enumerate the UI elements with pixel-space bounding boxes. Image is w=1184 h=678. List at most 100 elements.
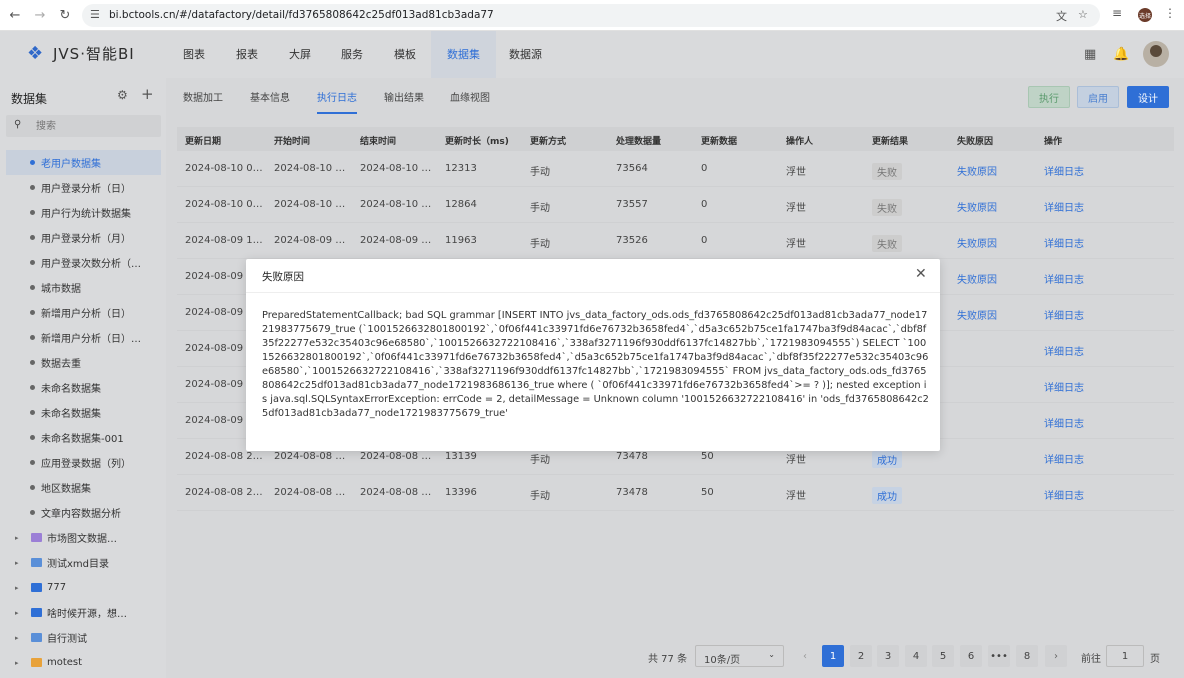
- tune-icon[interactable]: ☰: [90, 8, 100, 21]
- sidebar-item[interactable]: 新增用户分析（日）…: [6, 325, 161, 350]
- page-button[interactable]: 8: [1016, 645, 1038, 667]
- sidebar-item[interactable]: 用户登录次数分析（…: [6, 250, 161, 275]
- chevron-right-icon[interactable]: ▸: [15, 659, 25, 667]
- tab-execution-log[interactable]: 执行日志: [317, 89, 357, 114]
- nav-bigscreen[interactable]: 大屏: [289, 31, 311, 78]
- sidebar-folder[interactable]: ▸ 市场图文数据…: [6, 525, 161, 550]
- goto-input[interactable]: 1: [1106, 645, 1144, 667]
- detail-log-link[interactable]: 详细日志: [1044, 235, 1084, 250]
- nav-templates[interactable]: 模板: [394, 31, 416, 78]
- nav-reports[interactable]: 报表: [236, 31, 258, 78]
- sidebar-folder[interactable]: ▸ 自行测试: [6, 625, 161, 650]
- search-input[interactable]: [36, 118, 151, 134]
- tab-output-results[interactable]: 输出结果: [384, 89, 424, 104]
- detail-log-link[interactable]: 详细日志: [1044, 163, 1084, 178]
- sidebar-item[interactable]: 老用户数据集: [6, 150, 161, 175]
- dataset-dot-icon: [30, 335, 35, 340]
- media-icon[interactable]: ≡: [1112, 6, 1122, 20]
- plus-icon[interactable]: +: [141, 85, 154, 103]
- page-button[interactable]: 4: [905, 645, 927, 667]
- failure-reason-link[interactable]: 失败原因: [957, 235, 997, 250]
- chevron-right-icon[interactable]: ▸: [15, 584, 25, 592]
- page-button[interactable]: 5: [932, 645, 954, 667]
- nav-datasets[interactable]: 数据集: [431, 31, 496, 78]
- sidebar-item[interactable]: 城市数据: [6, 275, 161, 300]
- enable-button[interactable]: 启用: [1077, 86, 1119, 108]
- page-button[interactable]: 3: [877, 645, 899, 667]
- translate-icon[interactable]: 文: [1056, 8, 1067, 24]
- page-button[interactable]: 1: [822, 645, 844, 667]
- bell-icon[interactable]: 🔔: [1113, 47, 1129, 62]
- chevron-right-icon[interactable]: ›: [1045, 645, 1067, 667]
- sidebar-item[interactable]: 文章内容数据分析: [6, 500, 161, 525]
- profile-avatar[interactable]: 选择: [1138, 8, 1152, 22]
- table-cell: 11963: [445, 235, 477, 246]
- detail-log-link[interactable]: 详细日志: [1044, 271, 1084, 286]
- failure-reason-link[interactable]: 失败原因: [957, 307, 997, 322]
- table-cell: 13139: [445, 451, 477, 462]
- chevron-right-icon[interactable]: ▸: [15, 534, 25, 542]
- sidebar-item[interactable]: 用户登录分析（日）: [6, 175, 161, 200]
- detail-log-link[interactable]: 详细日志: [1044, 379, 1084, 394]
- url-text[interactable]: bi.bctools.cn/#/datafactory/detail/fd376…: [109, 9, 494, 21]
- sidebar-item[interactable]: 应用登录数据（列）: [6, 450, 161, 475]
- reload-icon[interactable]: ↻: [55, 5, 75, 25]
- user-avatar[interactable]: [1143, 41, 1169, 67]
- sidebar-folder[interactable]: ▸ motest: [6, 650, 161, 675]
- chevron-right-icon[interactable]: ▸: [15, 559, 25, 567]
- page-button[interactable]: •••: [988, 645, 1010, 667]
- sidebar-item[interactable]: 未命名数据集: [6, 400, 161, 425]
- top-nav: ❖ JVS·智能BI 图表 报表 大屏 服务 模板 数据集 数据源 ▦ 🔔: [0, 31, 1184, 78]
- column-header: 更新数据: [701, 137, 738, 147]
- sidebar-item[interactable]: 未命名数据集: [6, 375, 161, 400]
- apps-grid-icon[interactable]: ▦: [1084, 47, 1096, 62]
- page-size-select[interactable]: 10条/页 ⌄: [695, 645, 784, 667]
- tab-basic-info[interactable]: 基本信息: [250, 89, 290, 104]
- sidebar-item[interactable]: 用户行为统计数据集: [6, 200, 161, 225]
- detail-log-link[interactable]: 详细日志: [1044, 415, 1084, 430]
- page-button[interactable]: 6: [960, 645, 982, 667]
- tab-data-processing[interactable]: 数据加工: [183, 89, 223, 104]
- close-icon[interactable]: ✕: [915, 266, 927, 282]
- back-icon[interactable]: ←: [5, 5, 25, 25]
- design-button[interactable]: 设计: [1127, 86, 1169, 108]
- menu-dots-icon[interactable]: ⋮: [1164, 6, 1176, 20]
- tab-lineage-view[interactable]: 血缘视图: [450, 89, 490, 104]
- table-cell: 2024-08-09 1: [185, 271, 253, 282]
- sidebar-folder[interactable]: ▸ 啥时候开源，想…: [6, 600, 161, 625]
- failure-reason-link[interactable]: 失败原因: [957, 271, 997, 286]
- table-cell: 2024-08-09 1: [185, 307, 253, 318]
- sidebar-folder[interactable]: ▸ 777: [6, 575, 161, 600]
- sidebar-item[interactable]: 未命名数据集-001: [6, 425, 161, 450]
- detail-log-link[interactable]: 详细日志: [1044, 451, 1084, 466]
- table-cell: 手动: [530, 491, 550, 502]
- detail-log-link[interactable]: 详细日志: [1044, 199, 1084, 214]
- gear-icon[interactable]: ⚙: [117, 88, 128, 102]
- sidebar-item[interactable]: 地区数据集: [6, 475, 161, 500]
- detail-log-link[interactable]: 详细日志: [1044, 343, 1084, 358]
- nav-services[interactable]: 服务: [341, 31, 363, 78]
- detail-log-link[interactable]: 详细日志: [1044, 307, 1084, 322]
- nav-datasources[interactable]: 数据源: [509, 31, 542, 78]
- star-icon[interactable]: ☆: [1078, 8, 1088, 21]
- failure-reason-link[interactable]: 失败原因: [957, 199, 997, 214]
- address-bar[interactable]: ☰ bi.bctools.cn/#/datafactory/detail/fd3…: [82, 4, 1100, 27]
- chevron-right-icon[interactable]: ▸: [15, 609, 25, 617]
- logo[interactable]: ❖ JVS·智能BI: [27, 43, 135, 64]
- sidebar-folder[interactable]: ▸ 测试xmd目录: [6, 550, 161, 575]
- chevron-left-icon[interactable]: ‹: [794, 645, 816, 667]
- run-button[interactable]: 执行: [1028, 86, 1070, 108]
- sidebar-item[interactable]: 数据去重: [6, 350, 161, 375]
- nav-charts[interactable]: 图表: [183, 31, 205, 78]
- detail-log-link[interactable]: 详细日志: [1044, 487, 1084, 502]
- forward-icon[interactable]: →: [30, 5, 50, 25]
- chevron-right-icon[interactable]: ▸: [15, 634, 25, 642]
- sidebar-item[interactable]: 新增用户分析（日）: [6, 300, 161, 325]
- failure-reason-link[interactable]: 失败原因: [957, 163, 997, 178]
- sidebar-item[interactable]: 用户登录分析（月）: [6, 225, 161, 250]
- sidebar-search[interactable]: ⚲: [6, 115, 161, 137]
- page-button[interactable]: 2: [850, 645, 872, 667]
- table-cell: 12313: [445, 163, 477, 174]
- table-cell: 2024-08-10 …: [274, 199, 346, 210]
- dataset-dot-icon: [30, 210, 35, 215]
